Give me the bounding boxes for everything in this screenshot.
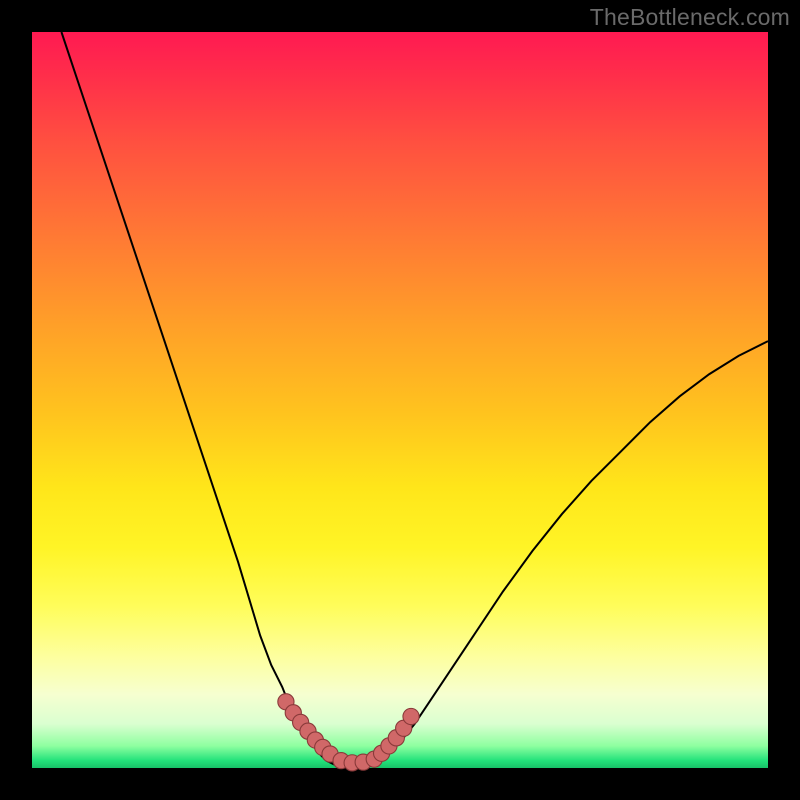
- curve-path: [61, 32, 768, 767]
- watermark-text: TheBottleneck.com: [590, 4, 790, 31]
- valley-marker: [403, 708, 419, 724]
- chart-frame: TheBottleneck.com: [0, 0, 800, 800]
- bottleneck-curve: [32, 32, 768, 768]
